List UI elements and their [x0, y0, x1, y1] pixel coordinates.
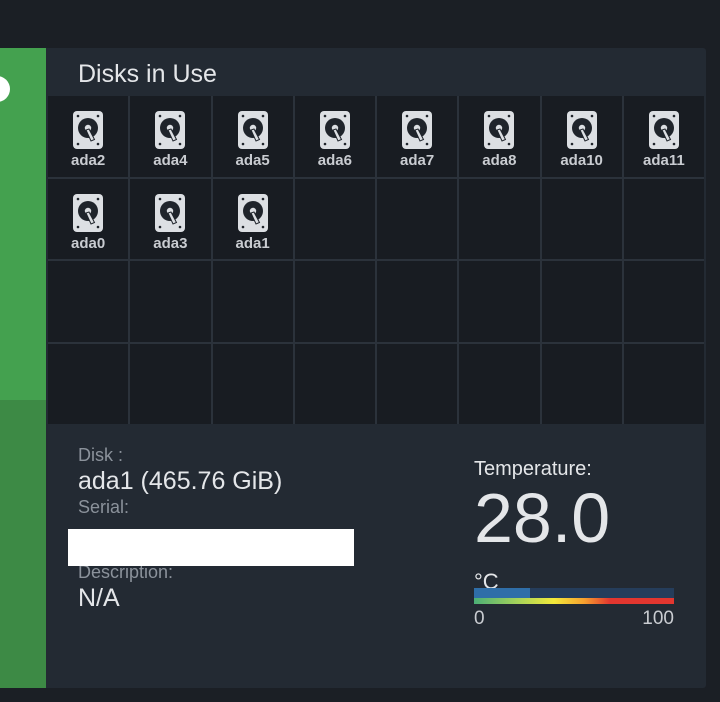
- empty-disk-slot: [623, 261, 704, 342]
- hard-disk-icon: [566, 110, 598, 150]
- disk-name: ada0: [71, 234, 106, 252]
- hard-disk-icon: [154, 110, 186, 150]
- disk-cell[interactable]: ada7: [377, 96, 458, 177]
- disk-cell[interactable]: ada2: [48, 96, 129, 177]
- disk-cell[interactable]: ada8: [459, 96, 540, 177]
- disk-cell[interactable]: ada4: [130, 96, 211, 177]
- disk-cell[interactable]: ada6: [294, 96, 375, 177]
- disks-in-use-card: Disks in Use ada2 ada4 ada5 ada6 ada7 ada8 ada…: [46, 48, 706, 688]
- left-green-panel-lower: [0, 400, 46, 688]
- disk-name: ada8: [482, 152, 517, 169]
- disk-name: ada7: [400, 152, 435, 169]
- empty-disk-slot: [130, 343, 211, 424]
- empty-disk-slot: [130, 261, 211, 342]
- disk-cell[interactable]: ada0: [48, 178, 129, 259]
- disk-cell[interactable]: ada1: [212, 178, 293, 259]
- gauge-min-label: 0: [474, 608, 485, 629]
- temperature-value: 28.0: [474, 479, 611, 557]
- hard-disk-icon: [72, 110, 104, 150]
- disk-cell[interactable]: ada11: [623, 96, 704, 177]
- temperature-gauge: [474, 588, 674, 604]
- empty-disk-slot: [48, 343, 129, 424]
- disk-name: ada10: [560, 152, 603, 169]
- left-green-panel: [0, 48, 46, 688]
- disk-grid: ada2 ada4 ada5 ada6 ada7 ada8 ada10 ada11 ada0 ad…: [48, 96, 704, 424]
- empty-disk-slot: [459, 178, 540, 259]
- disk-name: ada11: [643, 152, 685, 169]
- disk-label: Disk :: [78, 445, 123, 465]
- hard-disk-icon: [237, 193, 269, 233]
- empty-disk-slot: [294, 178, 375, 259]
- empty-disk-slot: [294, 343, 375, 424]
- serial-label: Serial:: [78, 497, 130, 517]
- empty-disk-slot: [377, 261, 458, 342]
- empty-disk-slot: [294, 261, 375, 342]
- hard-disk-icon: [401, 110, 433, 150]
- hard-disk-icon: [319, 110, 351, 150]
- temperature-label: Temperature:: [474, 458, 592, 480]
- disk-name: ada1: [235, 234, 270, 252]
- serial-redaction: [68, 529, 354, 566]
- empty-disk-slot: [623, 343, 704, 424]
- disk-name: ada3: [153, 234, 188, 252]
- empty-disk-slot: [212, 343, 293, 424]
- gauge-color-scale: [474, 598, 674, 604]
- empty-disk-slot: [48, 261, 129, 342]
- disk-cell[interactable]: ada5: [212, 96, 293, 177]
- gauge-fill: [474, 588, 530, 598]
- empty-disk-slot: [459, 343, 540, 424]
- temperature-unit: °C: [474, 570, 499, 590]
- empty-disk-slot: [377, 343, 458, 424]
- empty-disk-slot: [459, 261, 540, 342]
- disk-name: ada4: [153, 152, 188, 169]
- disk-cell[interactable]: ada3: [130, 178, 211, 259]
- empty-disk-slot: [212, 261, 293, 342]
- disk-name: ada6: [317, 152, 352, 169]
- hard-disk-icon: [154, 193, 186, 233]
- hard-disk-icon: [648, 110, 680, 150]
- hard-disk-icon: [483, 110, 515, 150]
- card-title: Disks in Use: [78, 60, 217, 88]
- gauge-ticks: 0 100: [474, 608, 674, 630]
- empty-disk-slot: [541, 343, 622, 424]
- status-icon: [0, 76, 10, 102]
- hard-disk-icon: [72, 193, 104, 233]
- gauge-max-label: 100: [642, 608, 674, 629]
- disk-cell[interactable]: ada10: [541, 96, 622, 177]
- hard-disk-icon: [237, 110, 269, 150]
- disk-name: ada5: [235, 152, 270, 169]
- empty-disk-slot: [541, 261, 622, 342]
- temperature-panel: Temperature: 28.0 °C 0 100: [474, 458, 684, 629]
- description-value: N/A: [78, 584, 120, 612]
- empty-disk-slot: [377, 178, 458, 259]
- disk-value: ada1 (465.76 GiB): [78, 467, 283, 495]
- empty-disk-slot: [541, 178, 622, 259]
- empty-disk-slot: [623, 178, 704, 259]
- disk-name: ada2: [71, 152, 106, 169]
